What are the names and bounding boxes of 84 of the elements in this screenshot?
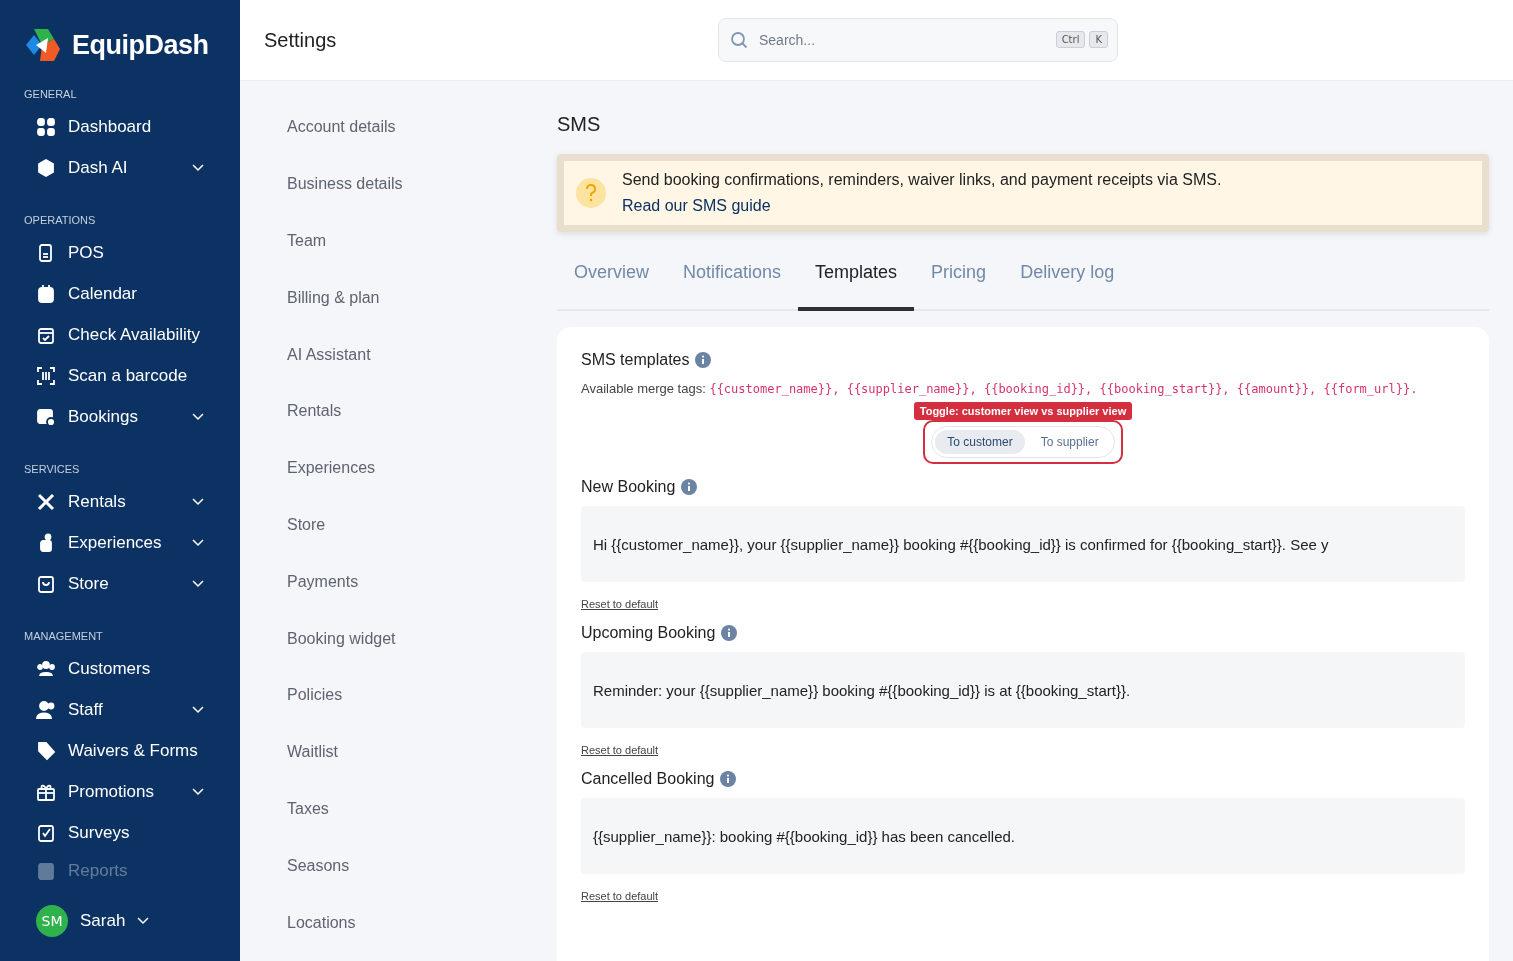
users-icon: [36, 699, 56, 720]
keyboard-key: K: [1089, 31, 1108, 48]
banner-text: Send booking confirmations, reminders, waiver links, and payment receipts via SMS.: [622, 171, 1222, 189]
merge-tags: {{customer_name}}, {{supplier_name}}, {{booking_id}}, {{booking_start}}, {{amount}}, {{form_url}}.: [709, 382, 1418, 396]
settings-nav-item[interactable]: Policies: [287, 666, 557, 724]
info-icon: [681, 479, 698, 495]
settings-nav-item[interactable]: Store: [287, 496, 557, 554]
settings-nav-item[interactable]: Waitlist: [287, 723, 557, 781]
reset-link[interactable]: Reset to default: [581, 598, 659, 610]
brand-name: EquipDash: [72, 29, 209, 61]
settings-nav-item[interactable]: Rentals: [287, 383, 557, 440]
reset-link[interactable]: Reset to default: [581, 890, 659, 902]
sidebar-item[interactable]: Rentals: [24, 481, 240, 522]
question-icon: [576, 178, 606, 208]
info-icon: [695, 352, 712, 368]
settings-nav-item[interactable]: Taxes: [287, 780, 557, 838]
sidebar-item[interactable]: Waivers & Forms: [24, 730, 240, 771]
merge-tags-label: Available merge tags:: [581, 381, 706, 396]
annotation-label: Toggle: customer view vs supplier view: [913, 402, 1133, 420]
cross-icon: [36, 491, 56, 512]
sidebar-item[interactable]: Store: [24, 563, 240, 604]
chevron-down-icon: [192, 163, 204, 172]
settings-nav-item[interactable]: Payments: [287, 553, 557, 611]
settings-nav-item[interactable]: Experiences: [287, 439, 557, 497]
chevron-down-icon: [137, 917, 150, 925]
chevron-down-icon: [192, 412, 204, 421]
card-title: SMS templates: [581, 351, 690, 369]
checkbox-icon: [36, 822, 56, 843]
template-title: New Booking: [581, 478, 676, 496]
message-field[interactable]: Hi {{customer_name}}, your {{supplier_name}} booking #{{booking_id}} is confirmed for {{booking_start}}. See y: [581, 506, 1465, 582]
settings-nav-item[interactable]: Booking widget: [287, 610, 557, 667]
chevron-down-icon: [192, 497, 204, 506]
user-name: Sarah: [80, 911, 126, 931]
section-heading: GENERAL: [24, 88, 78, 100]
chevron-down-icon: [192, 705, 204, 714]
chevron-down-icon: [192, 579, 204, 588]
section-heading: OPERATIONS: [24, 214, 97, 226]
sidebar-item[interactable]: Promotions: [24, 771, 240, 812]
reset-link[interactable]: Reset to default: [581, 744, 659, 756]
settings-nav-item[interactable]: Business details: [287, 155, 557, 213]
message-field[interactable]: {{supplier_name}}: booking #{{booking_id}} has been cancelled.: [581, 798, 1465, 874]
settings-nav-item[interactable]: Locations: [287, 894, 557, 951]
guide-link[interactable]: Read our SMS guide: [622, 197, 771, 215]
section-title: SMS: [557, 113, 602, 136]
bag-icon: [36, 573, 56, 594]
search-icon: [730, 31, 748, 49]
grid-icon: [36, 116, 56, 137]
section-heading: SERVICES: [24, 463, 81, 475]
info-icon: [721, 625, 738, 641]
barcode-icon: [36, 365, 56, 386]
settings-nav-item[interactable]: Team: [287, 212, 557, 270]
toggle-option[interactable]: To customer: [935, 430, 1025, 454]
sidebar-item[interactable]: Scan a barcode: [24, 355, 240, 396]
settings-nav-item[interactable]: Seasons: [287, 837, 557, 895]
tab[interactable]: Templates: [798, 242, 915, 311]
logo-icon: [24, 27, 62, 63]
sidebar-item[interactable]: Dashboard: [24, 106, 240, 147]
sidebar-item[interactable]: Surveys: [24, 812, 240, 853]
calendar-icon: [36, 283, 56, 304]
settings-nav-item[interactable]: AI Assistant: [287, 326, 557, 383]
hexagon-icon: [36, 157, 56, 178]
avatar: SM: [36, 905, 68, 937]
page-title: Settings: [264, 28, 338, 52]
sidebar-item[interactable]: Customers: [24, 648, 240, 689]
template-title: Upcoming Booking: [581, 624, 716, 642]
info-icon: [720, 771, 737, 787]
sidebar-item[interactable]: Bookings: [24, 396, 240, 437]
sidebar-item[interactable]: Check Availability: [24, 314, 240, 355]
template-title: Cancelled Booking: [581, 770, 715, 788]
sidebar-item[interactable]: POS: [24, 232, 240, 273]
chevron-down-icon: [192, 538, 204, 547]
section-heading: MANAGEMENT: [24, 630, 104, 642]
sidebar-item[interactable]: Staff: [24, 689, 240, 730]
tag-icon: [36, 740, 56, 761]
chevron-down-icon: [192, 787, 204, 796]
settings-nav-item[interactable]: Billing & plan: [287, 269, 557, 327]
settings-nav-item[interactable]: Account details: [287, 99, 557, 156]
sidebar-item[interactable]: Dash AI: [24, 147, 240, 188]
message-field[interactable]: Reminder: your {{supplier_name}} booking #{{booking_id}} is at {{booking_start}}.: [581, 652, 1465, 728]
keyboard-key: Ctrl: [1055, 31, 1086, 48]
people-icon: [36, 658, 56, 679]
sidebar-item[interactable]: Experiences: [24, 522, 240, 563]
sidebar-item[interactable]: Calendar: [24, 273, 240, 314]
toggle-option[interactable]: To supplier: [1028, 430, 1111, 454]
